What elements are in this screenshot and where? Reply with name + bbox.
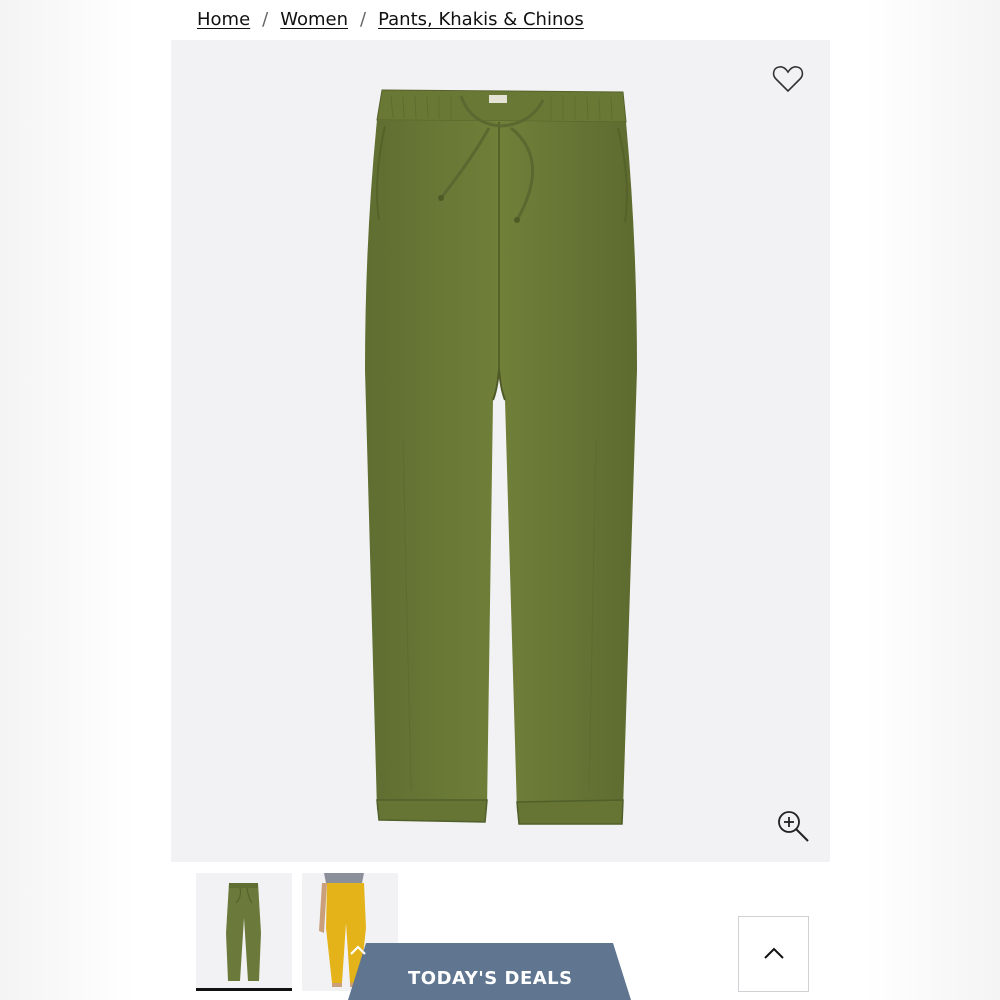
todays-deals-label: TODAY'S DEALS <box>408 968 573 989</box>
breadcrumb-home[interactable]: Home <box>197 9 250 30</box>
favorite-button[interactable] <box>771 62 805 96</box>
product-page: Home / Women / Pants, Khakis & Chinos TO… <box>171 0 830 1000</box>
breadcrumb: Home / Women / Pants, Khakis & Chinos <box>197 6 584 32</box>
left-backdrop <box>0 0 171 1000</box>
right-backdrop <box>830 0 1000 1000</box>
heart-icon <box>772 66 804 93</box>
breadcrumb-separator: / <box>360 8 367 30</box>
zoom-in-icon <box>778 811 809 842</box>
breadcrumb-women[interactable]: Women <box>280 9 348 30</box>
breadcrumb-pants-khakis-chinos[interactable]: Pants, Khakis & Chinos <box>378 9 584 30</box>
back-to-top-button[interactable] <box>738 916 809 992</box>
chevron-up-icon <box>764 947 784 959</box>
product-image[interactable] <box>171 40 830 862</box>
todays-deals-tab[interactable]: TODAY'S DEALS <box>348 943 631 1000</box>
zoom-button[interactable] <box>775 808 811 844</box>
olive-pants-thumbnail-image <box>226 883 261 981</box>
breadcrumb-separator: / <box>262 8 269 30</box>
thumbnail-olive-pants[interactable] <box>196 873 292 991</box>
chevron-up-icon <box>350 945 366 955</box>
olive-pants-image <box>365 89 637 825</box>
